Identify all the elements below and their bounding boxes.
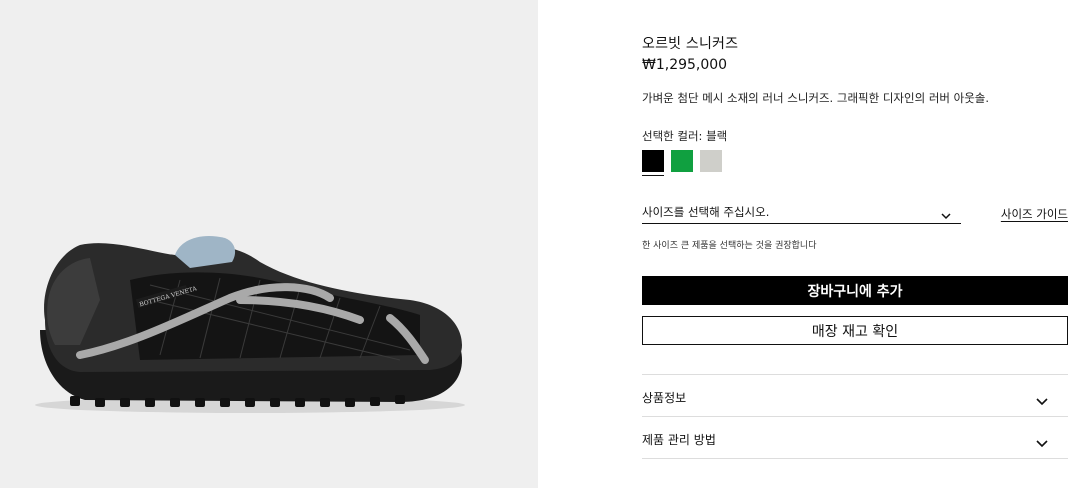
selected-color-label: 선택한 컬러: 블랙 <box>642 129 728 143</box>
swatch-light-gray[interactable] <box>700 150 722 172</box>
chevron-down-icon <box>941 205 951 224</box>
product-price: ₩1,295,000 <box>642 57 728 73</box>
accordion-label: 제품 관리 방법 <box>642 433 716 447</box>
size-recommendation-note: 한 사이즈 큰 제품을 선택하는 것을 권장합니다 <box>642 241 817 251</box>
size-select[interactable]: 사이즈를 선택해 주십시오. <box>642 200 961 224</box>
accordion-product-info[interactable]: 상품정보 <box>642 374 1068 416</box>
accordion-care-instructions[interactable]: 제품 관리 방법 <box>642 416 1068 458</box>
product-description: 가벼운 첨단 메시 소재의 러너 스니커즈. 그래픽한 디자인의 러버 아웃솔. <box>642 91 990 105</box>
size-guide-link[interactable]: 사이즈 가이드 <box>1001 206 1068 222</box>
swatch-black[interactable] <box>642 150 664 176</box>
accordion-label: 상품정보 <box>642 391 687 405</box>
chevron-down-icon <box>1036 391 1048 410</box>
check-store-stock-button[interactable]: 매장 재고 확인 <box>642 316 1068 345</box>
product-info: 오르빗 스니커즈 ₩1,295,000 가벼운 첨단 메시 소재의 러너 스니커… <box>642 0 1068 488</box>
color-swatches <box>642 150 722 176</box>
add-to-cart-button[interactable]: 장바구니에 추가 <box>642 276 1068 305</box>
divider <box>642 458 1068 459</box>
sneaker-illustration: BOTTEGA VENETA <box>35 235 465 413</box>
chevron-down-icon <box>1036 433 1048 452</box>
swatch-green[interactable] <box>671 150 693 172</box>
size-select-placeholder: 사이즈를 선택해 주십시오. <box>642 205 770 219</box>
product-image[interactable]: BOTTEGA VENETA <box>0 0 538 488</box>
product-title: 오르빗 스니커즈 <box>642 36 739 52</box>
